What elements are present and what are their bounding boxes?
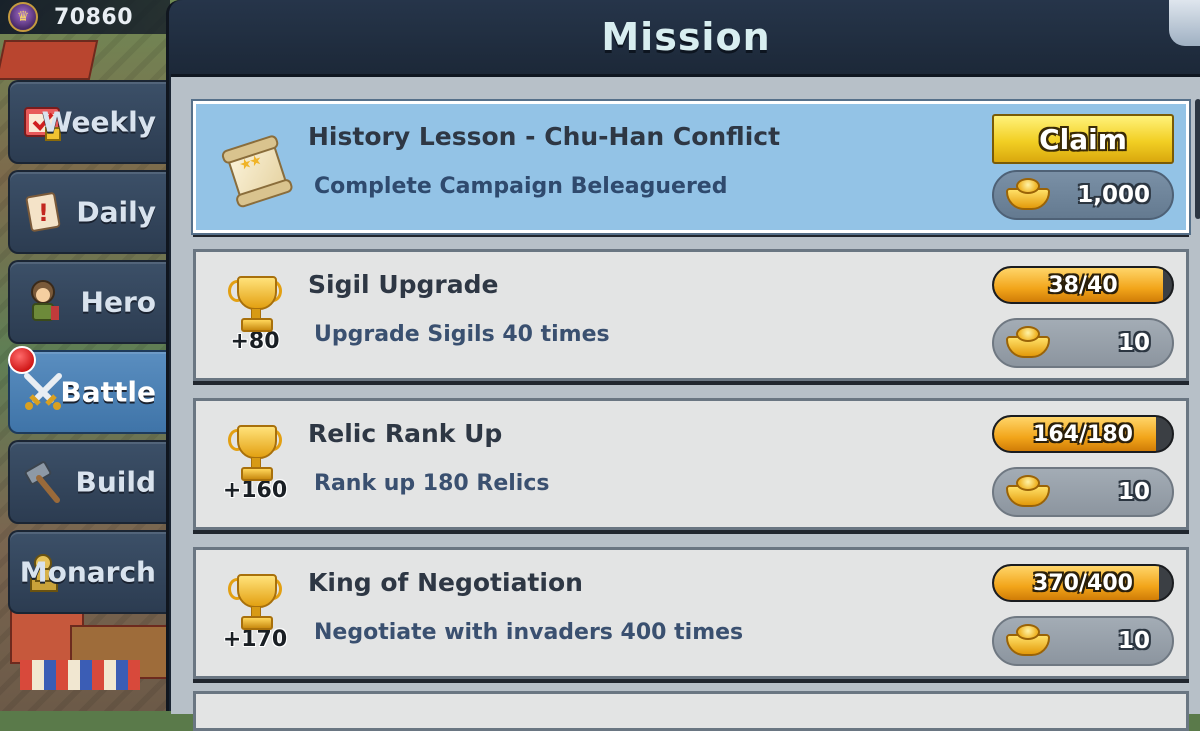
trophy-icon bbox=[228, 572, 282, 630]
gold-ingot-icon bbox=[1006, 475, 1050, 509]
mission-icon: ★★ bbox=[220, 126, 295, 209]
mission-title: History Lesson - Chu-Han Conflict bbox=[308, 122, 781, 151]
trophy-icon bbox=[228, 423, 282, 481]
tab-label: Weekly bbox=[41, 105, 156, 139]
trophy-icon bbox=[228, 274, 282, 332]
mission-list[interactable]: ★★ History Lesson - Chu-Han Conflict Com… bbox=[171, 74, 1200, 731]
mission-card: ★★ History Lesson - Chu-Han Conflict Com… bbox=[191, 99, 1191, 235]
progress-text: 370/400 bbox=[1033, 570, 1133, 596]
background-roof bbox=[0, 40, 99, 80]
reward-amount: 10 bbox=[1117, 330, 1150, 356]
mission-title: Relic Rank Up bbox=[308, 419, 503, 448]
mission-icon: +160 bbox=[220, 423, 290, 503]
hammer-icon bbox=[20, 459, 66, 505]
mission-icon: +170 bbox=[220, 572, 290, 652]
page-title: Mission bbox=[601, 15, 771, 59]
progress-text: 164/180 bbox=[1033, 421, 1133, 447]
mission-reward: 1,000 bbox=[992, 170, 1174, 220]
tab-label: Battle bbox=[60, 375, 156, 409]
tab-label: Daily bbox=[76, 195, 156, 229]
mission-points: +170 bbox=[222, 627, 288, 652]
mission-title: Sigil Upgrade bbox=[308, 270, 499, 299]
reward-amount: 1,000 bbox=[1077, 182, 1150, 208]
reward-amount: 10 bbox=[1117, 479, 1150, 505]
mission-description: Complete Campaign Beleaguered bbox=[314, 174, 728, 199]
mission-points: +160 bbox=[222, 478, 288, 503]
mission-card: +170 King of Negotiation Negotiate with … bbox=[193, 547, 1189, 679]
mission-description: Rank up 180 Relics bbox=[314, 471, 550, 496]
panel-header: Mission bbox=[169, 0, 1200, 74]
tab-label: Build bbox=[75, 465, 156, 499]
resource-value: 70860 bbox=[54, 4, 134, 30]
mission-progress-bar: 164/180 bbox=[992, 415, 1174, 453]
mission-icon: +80 bbox=[220, 274, 290, 354]
tab-label: Monarch bbox=[19, 555, 156, 589]
mission-title: King of Negotiation bbox=[308, 568, 583, 597]
tab-weekly[interactable]: Weekly bbox=[8, 80, 166, 164]
tab-build[interactable]: Build bbox=[8, 440, 166, 524]
mission-reward: 10 bbox=[992, 467, 1174, 517]
daily-note-icon: ! bbox=[20, 189, 66, 235]
mission-reward: 10 bbox=[992, 616, 1174, 666]
tab-battle[interactable]: Battle bbox=[8, 346, 166, 434]
list-scrollbar[interactable] bbox=[1195, 99, 1200, 219]
crown-shield-icon: ♛ bbox=[8, 2, 38, 32]
mission-description: Negotiate with invaders 400 times bbox=[314, 620, 744, 645]
reward-amount: 10 bbox=[1117, 628, 1150, 654]
gold-ingot-icon bbox=[1006, 178, 1050, 212]
gold-ingot-icon bbox=[1006, 624, 1050, 658]
mission-panel: Mission ★★ History Lesson - Chu-Han Conf… bbox=[166, 0, 1200, 731]
tab-label: Hero bbox=[80, 285, 156, 319]
tab-monarch[interactable]: Monarch bbox=[8, 530, 166, 614]
close-button[interactable] bbox=[1169, 0, 1200, 46]
resource-counter: ♛ 70860 bbox=[0, 0, 170, 34]
claim-button[interactable]: Claim bbox=[992, 114, 1174, 164]
mission-progress-bar: 38/40 bbox=[992, 266, 1174, 304]
mission-description: Upgrade Sigils 40 times bbox=[314, 322, 610, 347]
mission-progress-bar: 370/400 bbox=[992, 564, 1174, 602]
gold-ingot-icon bbox=[1006, 326, 1050, 360]
crossed-swords-icon bbox=[20, 369, 66, 415]
progress-text: 38/40 bbox=[1048, 272, 1118, 298]
hero-soldier-icon bbox=[20, 279, 66, 325]
mission-card: +80 Sigil Upgrade Upgrade Sigils 40 time… bbox=[193, 249, 1189, 381]
svg-text:!: ! bbox=[38, 199, 49, 227]
tab-daily[interactable]: ! Daily bbox=[8, 170, 166, 254]
mission-reward: 10 bbox=[992, 318, 1174, 368]
scroll-icon: ★★ bbox=[217, 133, 295, 209]
mission-points: +80 bbox=[230, 329, 280, 354]
tab-hero[interactable]: Hero bbox=[8, 260, 166, 344]
mission-card: +160 Relic Rank Up Rank up 180 Relics 16… bbox=[193, 398, 1189, 530]
mission-card-partial bbox=[193, 691, 1189, 731]
background-banner bbox=[20, 660, 140, 690]
